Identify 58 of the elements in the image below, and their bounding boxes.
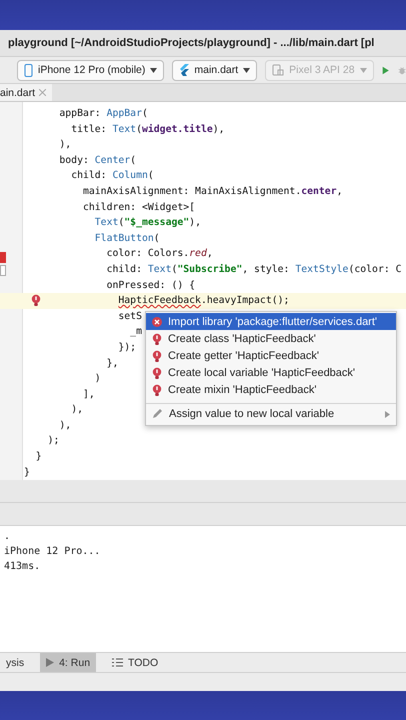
tool-tab[interactable]: TODO bbox=[106, 653, 164, 672]
bulb-icon bbox=[152, 332, 162, 344]
code-line: ), bbox=[59, 138, 72, 152]
code-line: child: Column( bbox=[71, 169, 154, 184]
tool-tab[interactable]: ysis bbox=[0, 653, 30, 672]
code-line: color: Colors.red, bbox=[106, 247, 213, 262]
device-icon bbox=[272, 64, 284, 76]
quick-fix-item[interactable]: Create mixin 'HapticFeedback' bbox=[146, 381, 396, 398]
config-dropdown[interactable]: main.dart bbox=[172, 60, 258, 80]
code-line: ); bbox=[48, 434, 60, 448]
console-line: . bbox=[3, 530, 10, 544]
code-line: children: <Widget>[ bbox=[82, 200, 196, 215]
caret-icon bbox=[243, 68, 250, 72]
submenu-arrow-icon bbox=[385, 410, 390, 418]
code-line: _m bbox=[130, 325, 142, 340]
code-line: ), bbox=[71, 403, 83, 418]
close-icon[interactable] bbox=[39, 89, 46, 96]
quick-fix-item[interactable]: Create getter 'HapticFeedback' bbox=[146, 347, 396, 364]
device-dropdown[interactable]: iPhone 12 Pro (mobile) bbox=[17, 60, 164, 80]
bulb-icon bbox=[152, 384, 162, 396]
code-line: ), bbox=[59, 418, 72, 433]
caret-icon bbox=[150, 68, 158, 72]
code-line: HapticFeedback.heavyImpact(); bbox=[118, 294, 290, 308]
file-tab[interactable]: ain.dart bbox=[0, 84, 52, 101]
console-line: iPhone 12 Pro... bbox=[3, 545, 100, 559]
caret-icon bbox=[360, 68, 367, 72]
code-line: }, bbox=[106, 356, 118, 370]
code-line: onPressed: () { bbox=[106, 278, 196, 293]
code-line: ) bbox=[94, 372, 101, 386]
code-line: body: Center( bbox=[59, 154, 136, 168]
code-line: child: Text("Subscribe", style: TextStyle(color: C bbox=[106, 262, 402, 277]
code-line: mainAxisAlignment: MainAxisAlignment.center, bbox=[82, 184, 343, 199]
console-line: 413ms. bbox=[3, 560, 40, 574]
code-line: } bbox=[24, 466, 30, 480]
bulb-icon bbox=[152, 366, 162, 378]
code-line: title: Text(widget.title), bbox=[71, 122, 225, 137]
error-icon bbox=[152, 316, 162, 326]
code-line: FlatButton( bbox=[94, 232, 160, 246]
quick-fix-item[interactable]: Create class 'HapticFeedback' bbox=[146, 330, 396, 347]
code-line: appBar: AppBar( bbox=[59, 107, 148, 121]
code-line: }); bbox=[118, 340, 136, 355]
code-line: } bbox=[36, 450, 42, 464]
list-icon bbox=[112, 658, 124, 667]
flutter-icon bbox=[179, 64, 190, 76]
play-icon bbox=[46, 658, 54, 667]
phone-icon bbox=[24, 64, 33, 76]
code-line: Text("$_message"), bbox=[94, 216, 201, 230]
pencil-icon bbox=[152, 409, 163, 419]
quick-fix-item[interactable]: Assign value to new local variable bbox=[146, 403, 396, 424]
code-line: ], bbox=[82, 388, 95, 402]
window-title: playground [~/AndroidStudioProjects/playground] - .../lib/main.dart [pl bbox=[8, 37, 374, 49]
tool-tab[interactable]: 4: Run bbox=[40, 653, 96, 672]
quick-fix-item[interactable]: Import library 'package:flutter/services.dart' bbox=[146, 313, 396, 330]
error-bulb-icon[interactable] bbox=[31, 294, 41, 306]
code-line: setS bbox=[118, 310, 142, 324]
breakpoint-marker bbox=[0, 252, 6, 263]
bulb-icon bbox=[152, 350, 162, 362]
quick-fix-item[interactable]: Create local variable 'HapticFeedback' bbox=[146, 364, 396, 381]
